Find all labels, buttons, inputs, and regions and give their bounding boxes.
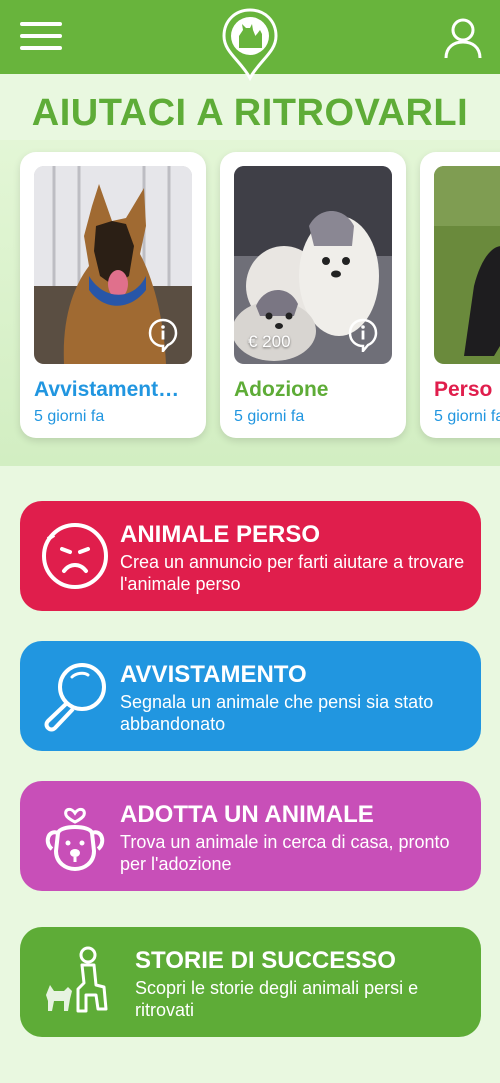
action-description: Segnala un animale che pensi sia stato a… — [120, 692, 434, 734]
listing-category: Perso — [434, 378, 493, 401]
info-icon[interactable] — [348, 318, 378, 352]
sad-face-icon — [42, 523, 108, 589]
top-bar — [0, 0, 500, 82]
listing-time: 5 giorni fa — [234, 408, 305, 425]
listing-photo — [434, 166, 500, 364]
adopt-animal-button[interactable]: ADOTTA UN ANIMALE Trova un animale in ce… — [20, 781, 481, 891]
listing-category: Avvistament… — [34, 378, 180, 401]
magnifier-icon — [44, 663, 106, 732]
dog-cat-pin-logo[interactable] — [222, 8, 278, 82]
action-description: Crea un annuncio per farti aiutare a tro… — [120, 552, 465, 594]
lost-animal-button[interactable]: ANIMALE PERSO Crea un annuncio per farti… — [20, 501, 481, 611]
listing-price: € 200 — [248, 332, 291, 351]
sighting-button[interactable]: AVVISTAMENTO Segnala un animale che pens… — [20, 641, 481, 751]
person-with-dog-icon — [46, 946, 108, 1013]
action-title: STORIE DI SUCCESSO — [135, 947, 396, 974]
dog-heart-icon — [45, 807, 105, 872]
listing-card[interactable]: € 200 Adozione 5 giorni fa — [220, 152, 406, 438]
action-description: Scopri le storie degli animali persi e r… — [135, 978, 419, 1020]
hamburger-menu-icon[interactable] — [20, 22, 62, 52]
listing-card[interactable]: Avvistament… 5 giorni fa — [20, 152, 206, 438]
listing-time: 5 giorni fa — [34, 408, 105, 425]
user-icon[interactable] — [443, 17, 483, 59]
success-stories-button[interactable]: STORIE DI SUCCESSO Scopri le storie degl… — [20, 927, 481, 1037]
action-title: ADOTTA UN ANIMALE — [120, 801, 374, 828]
listing-photo — [34, 166, 192, 364]
page-title: AIUTACI A RITROVARLI — [31, 92, 469, 134]
action-title: ANIMALE PERSO — [120, 521, 321, 548]
info-icon[interactable] — [148, 318, 178, 352]
listing-time: 5 giorni fa — [434, 408, 500, 425]
listing-card[interactable]: Perso 5 giorni fa — [420, 152, 500, 438]
listing-category: Adozione — [234, 378, 329, 401]
action-title: AVVISTAMENTO — [120, 661, 307, 688]
listing-photo: € 200 — [234, 166, 392, 364]
action-description: Trova un animale in cerca di casa, pront… — [120, 832, 450, 874]
listing-carousel[interactable]: Avvistament… 5 giorni fa € 200 Adozione … — [0, 140, 500, 466]
